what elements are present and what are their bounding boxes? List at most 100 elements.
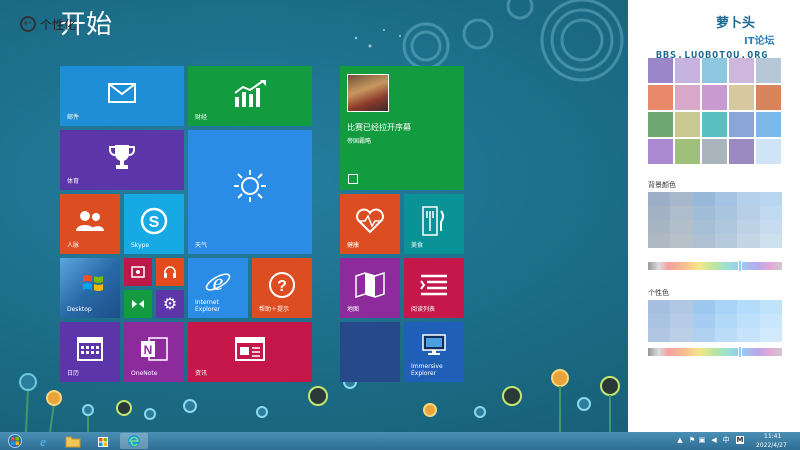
tile-skype[interactable]: S Skype [124,194,184,254]
color-swatch[interactable] [670,234,693,248]
clock-time[interactable]: 11:41 [764,433,781,440]
color-swatch[interactable] [759,192,782,206]
color-swatch[interactable] [670,192,693,206]
color-swatch[interactable] [648,192,671,206]
tile-health[interactable]: 健康 [340,194,400,254]
pattern-swatch[interactable] [648,85,673,110]
pattern-swatch[interactable] [675,139,700,164]
color-swatch[interactable] [715,206,738,220]
color-swatch[interactable] [715,300,738,314]
clock-date[interactable]: 2022/4/27 [756,442,787,449]
tile-mail[interactable]: 邮件 [60,66,184,126]
pattern-swatch[interactable] [675,85,700,110]
tile-reading[interactable]: 阅读列表 [404,258,464,318]
color-swatch[interactable] [670,328,693,342]
color-swatch[interactable] [692,206,715,220]
background-color-grid[interactable] [648,192,782,248]
tile-ie[interactable]: e Internet Explorer [188,258,248,318]
tray-ime-icon[interactable]: 中 [722,436,730,444]
color-swatch[interactable] [759,234,782,248]
color-swatch[interactable] [648,234,671,248]
color-swatch[interactable] [692,328,715,342]
tile-settings[interactable]: ⚙ [156,290,184,318]
color-swatch[interactable] [759,328,782,342]
tray-up-arrow-icon[interactable]: ▲ [676,436,684,444]
pattern-swatch[interactable] [729,85,754,110]
tile-sports[interactable]: 体育 [60,130,184,190]
folder-icon[interactable] [62,433,84,449]
pattern-swatch[interactable] [702,85,727,110]
color-swatch[interactable] [737,300,760,314]
color-swatch[interactable] [648,300,671,314]
color-swatch[interactable] [759,300,782,314]
pattern-swatch[interactable] [729,58,754,83]
tile-help[interactable]: ? 帮助＋提示 [252,258,312,318]
pattern-swatch[interactable] [648,139,673,164]
color-swatch[interactable] [692,300,715,314]
color-swatch[interactable] [670,314,693,328]
color-swatch[interactable] [759,206,782,220]
color-swatch[interactable] [692,192,715,206]
tile-video[interactable] [124,258,152,286]
edge-icon[interactable] [120,433,148,449]
pattern-swatch[interactable] [675,58,700,83]
tile-onenote[interactable]: N OneNote [124,322,184,382]
color-swatch[interactable] [648,328,671,342]
color-swatch[interactable] [737,192,760,206]
tile-people[interactable]: 人脉 [60,194,120,254]
pattern-swatch[interactable] [756,58,781,83]
color-swatch[interactable] [670,220,693,234]
color-swatch[interactable] [737,206,760,220]
color-swatch[interactable] [715,220,738,234]
background-hue-slider[interactable] [648,262,782,270]
color-swatch[interactable] [670,206,693,220]
background-hue-marker[interactable] [738,260,742,272]
tray-keyboard-icon[interactable]: M [736,436,744,444]
color-swatch[interactable] [715,234,738,248]
color-swatch[interactable] [692,234,715,248]
windows-orb-icon[interactable] [4,433,26,449]
tile-maps[interactable]: 地图 [340,258,400,318]
color-swatch[interactable] [670,300,693,314]
pattern-swatch[interactable] [702,112,727,137]
tile-finance[interactable]: 财经 [188,66,312,126]
pattern-swatch[interactable] [675,112,700,137]
pattern-swatch[interactable] [702,58,727,83]
tile-store[interactable]: 比赛已经拉开序幕 帝国霸略 [340,66,464,190]
color-swatch[interactable] [737,314,760,328]
pattern-swatch[interactable] [648,58,673,83]
pattern-swatch[interactable] [702,139,727,164]
tile-immersive-explorer[interactable]: Immersive Explorer [404,322,464,382]
color-swatch[interactable] [692,220,715,234]
pattern-swatch[interactable] [729,139,754,164]
tile-food[interactable]: 美食 [404,194,464,254]
accent-hue-marker[interactable] [738,346,742,358]
color-swatch[interactable] [692,314,715,328]
tile-music[interactable] [156,258,184,286]
color-swatch[interactable] [737,234,760,248]
pattern-swatch[interactable] [648,112,673,137]
color-swatch[interactable] [759,220,782,234]
color-swatch[interactable] [648,220,671,234]
color-swatch[interactable] [648,314,671,328]
accent-hue-slider[interactable] [648,348,782,356]
tray-flag-icon[interactable]: ⚑ [688,436,696,444]
tile-weather[interactable]: 天气 [188,130,312,254]
color-swatch[interactable] [715,192,738,206]
tile-desktop[interactable]: Desktop [60,258,120,318]
ie-icon[interactable]: e [32,433,54,449]
tile-calendar[interactable]: 日历 [60,322,120,382]
back-arrow-icon[interactable]: ← [20,16,36,32]
pattern-swatch[interactable] [756,85,781,110]
color-swatch[interactable] [715,328,738,342]
color-swatch[interactable] [737,220,760,234]
tile-games[interactable] [124,290,152,318]
store-icon[interactable] [92,433,114,449]
color-swatch[interactable] [759,314,782,328]
tray-volume-icon[interactable]: ◀ [710,436,718,444]
pattern-swatch[interactable] [729,112,754,137]
pattern-swatch[interactable] [756,112,781,137]
accent-color-grid[interactable] [648,300,782,342]
color-swatch[interactable] [715,314,738,328]
color-swatch[interactable] [648,206,671,220]
